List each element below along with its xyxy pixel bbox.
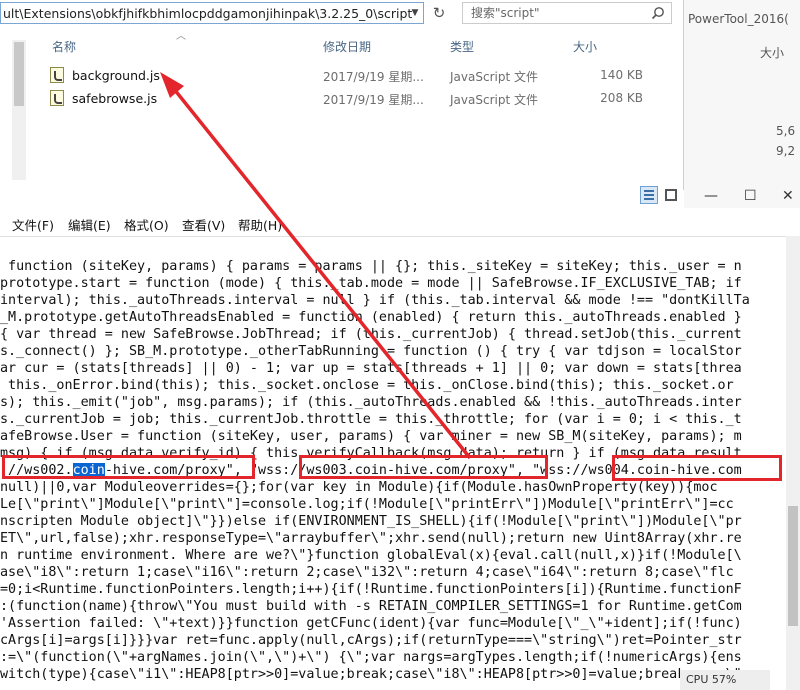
code-line: :=\"(function(\"+argNames.join(\",\")+\"… xyxy=(0,650,742,665)
code-line: s); this._emit("job", msg.params); if (t… xyxy=(0,395,742,410)
code-line: cArgs[i]=args[i]}}}var ret=func.apply(nu… xyxy=(0,633,742,648)
file-row[interactable]: background.js 2017/9/19 星期... JavaScript… xyxy=(48,65,668,87)
code-line: this._onError.bind(this); this._socket.o… xyxy=(0,378,734,393)
annotation-box-ws004 xyxy=(612,455,782,481)
code-line: s._currentJob = job; this._currentJob.th… xyxy=(0,412,742,427)
code-line: ET\",url,false);xhr.responseType=\"array… xyxy=(0,531,742,546)
menu-help[interactable]: 帮助(H) xyxy=(238,215,282,234)
scrollbar-thumb[interactable] xyxy=(788,506,798,626)
file-date: 2017/9/19 星期... xyxy=(323,93,424,107)
annotation-box-ws002 xyxy=(2,455,255,479)
code-line: _M.prototype.getAutoThreadsEnabled = fun… xyxy=(0,310,742,325)
code-line: 'Assertion failed: \"+text)}}function ge… xyxy=(0,616,742,631)
code-line: =0;i<Runtime.functionPointers.length;i++… xyxy=(0,582,742,597)
file-name: background.js xyxy=(72,68,160,83)
close-icon[interactable]: ✕ xyxy=(782,188,794,204)
explorer-scrollbar[interactable] xyxy=(12,40,26,180)
background-window-title: PowerTool_2016( xyxy=(688,12,789,26)
column-date[interactable]: 修改日期 xyxy=(323,38,371,55)
search-placeholder: 搜索"script" xyxy=(471,6,540,20)
background-column-size: 大小 xyxy=(760,46,785,60)
column-type[interactable]: 类型 xyxy=(450,38,474,55)
search-icon[interactable] xyxy=(651,6,665,20)
code-line: prototype.start = function (mode) { this… xyxy=(0,276,742,291)
background-value: 9,2 xyxy=(776,144,796,158)
address-bar[interactable]: ult\Extensions\obkfjhifkbhimlocpddgamonj… xyxy=(0,2,424,24)
code-line: { var thread = new SafeBrowse.JobThread;… xyxy=(0,327,742,342)
address-path: ult\Extensions\obkfjhifkbhimlocpddgamonj… xyxy=(3,6,413,21)
code-line: s._connect() }; SB_M.prototype._otherTab… xyxy=(0,344,742,359)
refresh-icon[interactable]: ↻ xyxy=(428,2,450,24)
search-input[interactable]: 搜索"script" xyxy=(462,2,672,24)
file-name: safebrowse.js xyxy=(72,91,158,106)
notepad-window: 文件(F) 编辑(E) 格式(O) 查看(V) 帮助(H) function (… xyxy=(0,208,800,690)
cpu-status: CPU 57% xyxy=(680,670,770,690)
file-row[interactable]: safebrowse.js 2017/9/19 星期... JavaScript… xyxy=(48,88,668,110)
window-controls: — ☐ ✕ xyxy=(700,188,800,208)
background-value: 5,6 xyxy=(776,124,796,138)
notepad-scrollbar[interactable] xyxy=(786,236,800,690)
minimize-icon[interactable]: — xyxy=(704,188,718,204)
code-line: function (siteKey, params) { params = pa… xyxy=(0,259,742,274)
file-type: JavaScript 文件 xyxy=(450,93,538,107)
code-line: ar cur = (stats[threads] || 0) - 1; var … xyxy=(0,361,742,376)
details-view-icon[interactable] xyxy=(640,186,658,204)
code-line: :(function(name){throw\"You must build w… xyxy=(0,599,742,614)
code-line: afeBrowse.User = function (siteKey, user… xyxy=(0,429,742,444)
file-size: 208 KB xyxy=(600,91,643,105)
maximize-icon[interactable]: ☐ xyxy=(744,188,757,204)
code-line: witch(type){case\"i1\":HEAP8[ptr>>0]=val… xyxy=(0,667,742,682)
file-date: 2017/9/19 星期... xyxy=(323,70,424,84)
annotation-box-ws003 xyxy=(299,455,548,479)
code-line: ase\"i8\":return 1;case\"i16\":return 2;… xyxy=(0,565,734,580)
address-dropdown-icon[interactable]: ▼ xyxy=(408,4,422,22)
file-size: 140 KB xyxy=(600,68,643,82)
menu-edit[interactable]: 编辑(E) xyxy=(68,215,111,234)
javascript-file-icon xyxy=(50,67,64,83)
menu-view[interactable]: 查看(V) xyxy=(182,215,225,234)
file-type: JavaScript 文件 xyxy=(450,70,538,84)
code-line: interval); this._autoThreads.interval = … xyxy=(0,293,750,308)
column-name[interactable]: 名称 xyxy=(52,38,76,55)
code-line: null)||0,var Moduleoverrides={};for(var … xyxy=(0,480,718,495)
code-line: n runtime environment. Where are we?\"}f… xyxy=(0,548,742,563)
large-icons-view-icon[interactable] xyxy=(662,186,680,204)
column-size[interactable]: 大小 xyxy=(573,38,597,55)
file-explorer-window: ult\Extensions\obkfjhifkbhimlocpddgamonj… xyxy=(0,0,684,204)
javascript-file-icon xyxy=(50,90,64,106)
menu-bar: 文件(F) 编辑(E) 格式(O) 查看(V) 帮助(H) xyxy=(0,208,800,237)
menu-file[interactable]: 文件(F) xyxy=(12,215,54,234)
column-headers: 名称 修改日期 类型 大小 xyxy=(40,36,680,60)
code-line: Le[\"print\"]Module[\"print\"]=console.l… xyxy=(0,497,734,512)
code-line: nscripten Module object]\"}})else if(ENV… xyxy=(0,514,742,529)
menu-format[interactable]: 格式(O) xyxy=(124,215,169,234)
scrollbar-thumb[interactable] xyxy=(14,42,24,106)
